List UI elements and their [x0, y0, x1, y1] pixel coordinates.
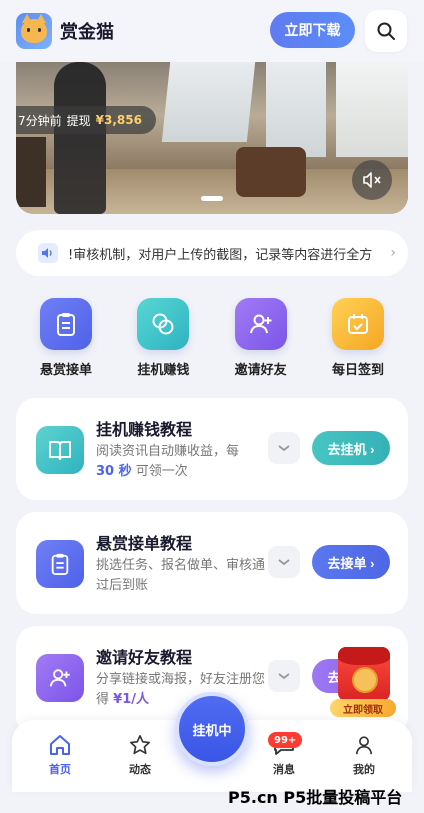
video-banner[interactable]	[16, 62, 408, 214]
user-icon	[355, 736, 373, 755]
app-name: 赏金猫	[60, 22, 114, 43]
chevron-right-icon: ›	[390, 245, 396, 261]
calendar-check-icon	[331, 298, 384, 350]
tutorial-title: 邀请好友教程	[96, 648, 193, 667]
nav-home[interactable]: 首页	[30, 734, 90, 777]
watermark-text: P5.cn P5批量投稿平台	[228, 788, 403, 807]
nav-label: 首页	[49, 763, 71, 776]
quick-action-checkin[interactable]: 每日签到	[313, 298, 403, 382]
carousel-indicator	[201, 196, 223, 201]
quick-action-bounty[interactable]: 悬赏接单	[21, 298, 111, 382]
withdraw-label: 提现	[66, 113, 91, 128]
download-button[interactable]: 立即下载	[270, 12, 355, 48]
withdraw-amount: ¥3,856	[95, 113, 142, 127]
messages-badge: 99+	[268, 732, 303, 748]
quick-actions: 悬赏接单 挂机赚钱 邀请好友 每日签到	[16, 298, 408, 382]
add-user-icon	[234, 298, 287, 350]
nav-label: 我的	[353, 763, 375, 776]
chevron-down-icon	[278, 673, 290, 680]
quick-action-label: 每日签到	[331, 363, 384, 378]
app-header: 赏金猫	[0, 0, 424, 62]
red-packet-label: 立即领取	[330, 699, 396, 717]
nav-label: 消息	[273, 763, 295, 776]
tutorial-title: 挂机赚钱教程	[96, 420, 193, 439]
tutorial-description: 阅读资讯自动赚收益，每 30 秒 可领一次	[96, 444, 240, 479]
quick-action-label: 挂机赚钱	[137, 363, 190, 378]
chevron-down-icon	[278, 445, 290, 452]
chevron-down-icon	[278, 559, 290, 566]
nav-mine[interactable]: 我的	[334, 734, 394, 777]
red-packet-floater[interactable]: 立即领取	[330, 645, 396, 717]
coin-icon	[352, 667, 378, 693]
nav-feed[interactable]: 动态	[110, 734, 170, 777]
add-user-icon	[36, 654, 84, 702]
clipboard-icon	[36, 540, 84, 588]
idle-center-button[interactable]: 挂机中	[175, 692, 249, 766]
quick-action-label: 悬赏接单	[39, 363, 92, 378]
notice-text: !审核机制，对用户上传的截图，记录等内容进行全方	[68, 247, 373, 263]
expand-button[interactable]	[268, 432, 300, 464]
expand-button[interactable]	[268, 546, 300, 578]
withdraw-time: 7分钟前	[18, 113, 62, 128]
home-icon	[50, 735, 70, 755]
star-icon	[130, 735, 150, 755]
app-logo	[16, 13, 52, 49]
book-icon	[36, 426, 84, 474]
quick-action-idle-earn[interactable]: 挂机赚钱	[118, 298, 208, 382]
tutorial-card-idle[interactable]: 挂机赚钱教程 阅读资讯自动赚收益，每 30 秒 可领一次 去挂机 ›	[16, 398, 408, 500]
coins-icon	[137, 298, 190, 350]
expand-button[interactable]	[268, 660, 300, 692]
tutorial-title: 悬赏接单教程	[96, 534, 193, 553]
mute-icon	[363, 172, 381, 188]
search-button[interactable]	[365, 10, 407, 52]
cat-logo-icon	[21, 14, 47, 43]
mute-button[interactable]	[352, 160, 392, 200]
withdraw-ticker: 7分钟前 提现 ¥3,856	[16, 106, 156, 134]
go-bounty-button[interactable]: 去接单 ›	[312, 545, 390, 579]
search-icon	[377, 22, 395, 40]
quick-action-invite[interactable]: 邀请好友	[216, 298, 306, 382]
nav-label: 动态	[129, 763, 151, 776]
banner-person-image	[54, 62, 106, 214]
tutorial-card-bounty[interactable]: 悬赏接单教程 挑选任务、报名做单、审核通过后到账 去接单 ›	[16, 512, 408, 614]
notice-bar[interactable]: !审核机制，对用户上传的截图，记录等内容进行全方 ›	[16, 230, 408, 276]
speaker-icon	[38, 243, 58, 263]
quick-action-label: 邀请好友	[234, 363, 287, 378]
tutorial-description: 挑选任务、报名做单、审核通过后到账	[96, 558, 266, 593]
go-idle-button[interactable]: 去挂机 ›	[312, 431, 390, 465]
clipboard-icon	[40, 298, 92, 350]
